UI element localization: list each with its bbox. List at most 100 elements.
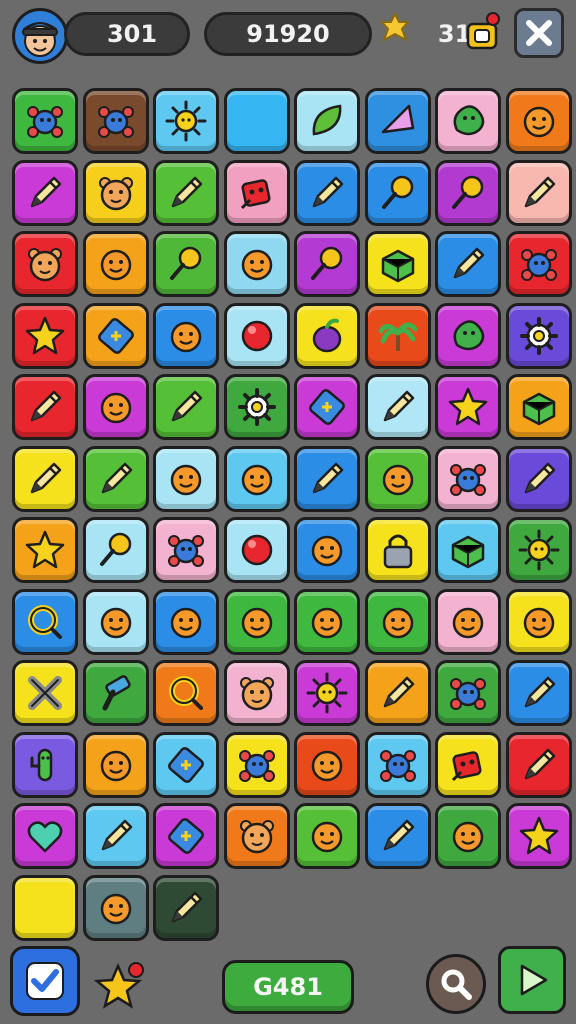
board-tile[interactable]: [294, 303, 360, 369]
board-tile[interactable]: [365, 732, 431, 798]
board-tile[interactable]: [294, 732, 360, 798]
board-tile[interactable]: [365, 88, 431, 154]
board-tile[interactable]: [365, 374, 431, 440]
board-tile[interactable]: [435, 446, 501, 512]
board-tile[interactable]: [12, 660, 78, 726]
board-tile[interactable]: [365, 517, 431, 583]
board-tile[interactable]: [83, 803, 149, 869]
board-tile[interactable]: [365, 660, 431, 726]
board-tile[interactable]: [12, 446, 78, 512]
board-tile[interactable]: [12, 303, 78, 369]
board-tile[interactable]: [506, 589, 572, 655]
board-tile[interactable]: [506, 732, 572, 798]
board-tile[interactable]: [435, 660, 501, 726]
board-tile[interactable]: [294, 160, 360, 226]
board-tile[interactable]: [153, 517, 219, 583]
board-tile[interactable]: [83, 875, 149, 941]
board-tile[interactable]: [12, 160, 78, 226]
board-tile[interactable]: [12, 231, 78, 297]
board-tile[interactable]: [153, 732, 219, 798]
board-tile[interactable]: [153, 660, 219, 726]
board-tile[interactable]: [224, 88, 290, 154]
board-tile[interactable]: [153, 589, 219, 655]
board-tile[interactable]: [224, 589, 290, 655]
play-button[interactable]: [498, 946, 566, 1014]
board-tile[interactable]: [294, 803, 360, 869]
board-tile[interactable]: [294, 374, 360, 440]
board-tile[interactable]: [365, 160, 431, 226]
board-tile[interactable]: [224, 732, 290, 798]
board-tile[interactable]: [506, 231, 572, 297]
board-tile[interactable]: [506, 446, 572, 512]
board-tile[interactable]: [12, 88, 78, 154]
close-button[interactable]: [514, 8, 564, 58]
board-tile[interactable]: [435, 803, 501, 869]
board-tile[interactable]: [83, 732, 149, 798]
board-tile[interactable]: [224, 231, 290, 297]
board-tile[interactable]: [294, 88, 360, 154]
board-tile[interactable]: [435, 303, 501, 369]
board-tile[interactable]: [435, 374, 501, 440]
player-avatar[interactable]: [12, 8, 68, 64]
board-tile[interactable]: [83, 660, 149, 726]
board-tile[interactable]: [224, 374, 290, 440]
board-tile[interactable]: [83, 589, 149, 655]
board-tile[interactable]: [12, 803, 78, 869]
board-tile[interactable]: [365, 303, 431, 369]
board-tile[interactable]: [506, 517, 572, 583]
board-tile[interactable]: [435, 732, 501, 798]
board-tile[interactable]: [365, 803, 431, 869]
board-tile[interactable]: [153, 303, 219, 369]
board-tile[interactable]: [153, 231, 219, 297]
board-tile[interactable]: [83, 517, 149, 583]
board-tile[interactable]: [153, 446, 219, 512]
board-tile[interactable]: [435, 160, 501, 226]
board-tile[interactable]: [153, 803, 219, 869]
board-tile[interactable]: [294, 231, 360, 297]
board-tile[interactable]: [365, 589, 431, 655]
moves-button[interactable]: G481: [222, 960, 354, 1014]
board-tile[interactable]: [224, 803, 290, 869]
board-tile[interactable]: [294, 660, 360, 726]
board-tile[interactable]: [83, 446, 149, 512]
board-tile[interactable]: [506, 803, 572, 869]
board-tile[interactable]: [224, 517, 290, 583]
board-tile[interactable]: [435, 589, 501, 655]
board-tile[interactable]: [365, 446, 431, 512]
confirm-button[interactable]: [10, 946, 80, 1016]
board-tile[interactable]: [83, 303, 149, 369]
board-tile[interactable]: [83, 160, 149, 226]
board-tile[interactable]: [224, 303, 290, 369]
board-tile[interactable]: [153, 875, 219, 941]
board-tile[interactable]: [435, 517, 501, 583]
gift-icon[interactable]: [462, 10, 502, 54]
board-tile[interactable]: [506, 303, 572, 369]
board-tile[interactable]: [224, 160, 290, 226]
board-tile[interactable]: [506, 374, 572, 440]
board-tile[interactable]: [435, 231, 501, 297]
lock-icon: [383, 534, 413, 569]
board-tile[interactable]: [224, 446, 290, 512]
board-tile[interactable]: [153, 160, 219, 226]
board-tile[interactable]: [12, 732, 78, 798]
board-tile[interactable]: [153, 88, 219, 154]
board-tile[interactable]: [12, 875, 78, 941]
board-tile[interactable]: [506, 88, 572, 154]
board-tile[interactable]: [12, 589, 78, 655]
board-tile[interactable]: [506, 660, 572, 726]
star-icon[interactable]: [92, 958, 148, 1014]
board-tile[interactable]: [435, 88, 501, 154]
board-tile[interactable]: [83, 374, 149, 440]
board-tile[interactable]: [83, 88, 149, 154]
board-tile[interactable]: [12, 374, 78, 440]
board-tile[interactable]: [294, 517, 360, 583]
board-tile[interactable]: [506, 160, 572, 226]
board-tile[interactable]: [224, 660, 290, 726]
search-button[interactable]: [426, 954, 486, 1014]
board-tile[interactable]: [83, 231, 149, 297]
board-tile[interactable]: [365, 231, 431, 297]
board-tile[interactable]: [294, 589, 360, 655]
board-tile[interactable]: [294, 446, 360, 512]
board-tile[interactable]: [12, 517, 78, 583]
board-tile[interactable]: [153, 374, 219, 440]
